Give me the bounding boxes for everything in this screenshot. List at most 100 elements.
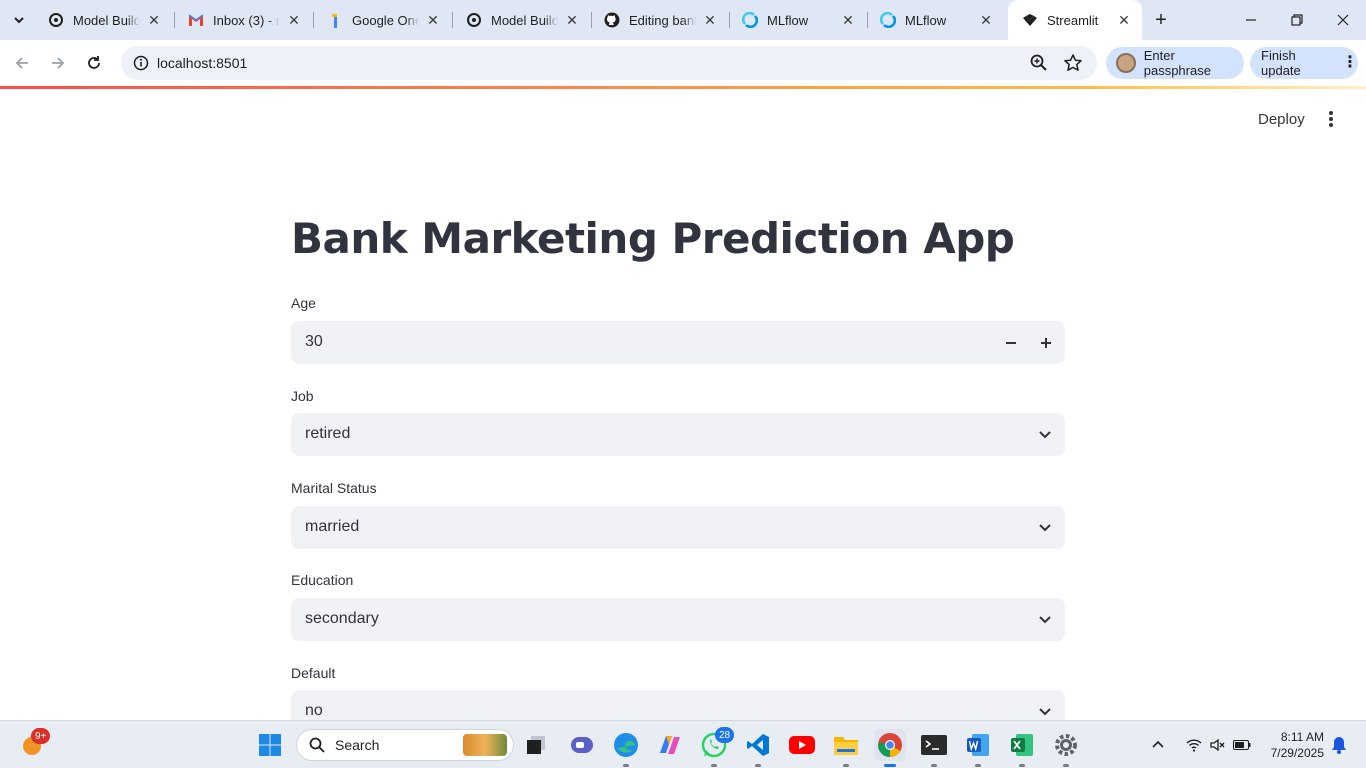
education-value: secondary <box>305 610 379 627</box>
tab-streamlit[interactable]: Streamlit ✕ <box>1008 0 1142 40</box>
site-info-icon[interactable] <box>129 51 153 75</box>
tab-search-button[interactable] <box>6 7 32 33</box>
minus-icon <box>1006 342 1016 344</box>
close-icon[interactable]: ✕ <box>702 12 718 28</box>
tab-google-one[interactable]: Google One ✕ <box>313 6 451 34</box>
openai-icon <box>466 12 482 28</box>
main-menu-button[interactable] <box>1319 107 1343 131</box>
close-icon[interactable]: ✕ <box>286 12 302 28</box>
decrement-button[interactable] <box>1000 332 1022 354</box>
restore-button[interactable] <box>1274 0 1320 40</box>
more-vert-icon <box>1329 111 1333 127</box>
taskbar-search[interactable]: Search <box>296 729 514 761</box>
education-select[interactable]: secondary <box>291 598 1065 641</box>
zoom-icon[interactable] <box>1029 53 1049 73</box>
teams-chat-button[interactable] <box>566 729 598 761</box>
close-icon[interactable]: ✕ <box>425 12 441 28</box>
age-label: Age <box>291 295 316 311</box>
default-value: no <box>305 702 323 719</box>
marital-status-value: married <box>305 518 360 535</box>
bookmark-star-icon[interactable] <box>1063 53 1083 73</box>
reload-button[interactable] <box>80 49 108 77</box>
marital-status-label: Marital Status <box>291 480 377 496</box>
back-button[interactable] <box>8 49 36 77</box>
tab-model-building-2[interactable]: Model Building ✕ <box>452 6 590 34</box>
new-tab-button[interactable]: + <box>1149 8 1173 32</box>
plus-icon <box>1041 338 1051 348</box>
edge-button[interactable] <box>610 729 642 761</box>
tab-github[interactable]: Editing bank ✕ <box>590 6 728 34</box>
chat-icon <box>571 737 593 753</box>
running-indicator <box>623 764 629 767</box>
marital-status-select[interactable]: married <box>291 506 1065 549</box>
running-indicator <box>975 764 981 767</box>
vscode-button[interactable] <box>742 729 774 761</box>
start-button[interactable] <box>254 729 286 761</box>
forward-button[interactable] <box>44 49 72 77</box>
arrow-left-icon <box>15 57 28 69</box>
github-icon <box>604 12 620 28</box>
finish-update-button[interactable]: Finish update ⋮ <box>1250 47 1358 79</box>
edge-icon <box>614 733 638 757</box>
excel-icon <box>1011 734 1033 756</box>
close-window-button[interactable] <box>1320 0 1366 40</box>
tab-title: Model Building <box>491 12 558 28</box>
tab-mlflow-1[interactable]: MLflow ✕ <box>728 6 866 34</box>
arrow-right-icon <box>52 57 65 69</box>
battery-status[interactable] <box>1231 729 1253 761</box>
minimize-button[interactable] <box>1228 0 1274 40</box>
file-explorer-button[interactable] <box>830 729 862 761</box>
profile-passphrase-button[interactable]: Enter passphrase <box>1106 47 1244 79</box>
job-value: retired <box>305 425 351 442</box>
clock[interactable]: 8:11 AM 7/29/2025 <box>1266 729 1324 761</box>
running-indicator <box>755 764 761 767</box>
word-button[interactable] <box>962 729 994 761</box>
chevron-up-icon <box>1152 740 1164 748</box>
deploy-button[interactable]: Deploy <box>1248 107 1315 131</box>
close-icon[interactable]: ✕ <box>146 12 162 28</box>
whatsapp-button[interactable]: 28 <box>698 727 735 761</box>
show-hidden-icons-button[interactable] <box>1146 729 1170 761</box>
passphrase-label: Enter passphrase <box>1143 48 1211 78</box>
increment-button[interactable] <box>1035 332 1057 354</box>
bell-icon <box>1332 737 1346 754</box>
close-icon[interactable]: ✕ <box>978 12 994 28</box>
default-label: Default <box>291 665 336 681</box>
excel-button[interactable] <box>1006 729 1038 761</box>
clock-date: 7/29/2025 <box>1270 746 1324 760</box>
copilot-icon <box>660 736 680 754</box>
wifi-status[interactable] <box>1183 729 1205 761</box>
copilot-button[interactable] <box>654 729 686 761</box>
address-bar[interactable]: localhost:8501 <box>121 46 1097 80</box>
settings-button[interactable] <box>1050 729 1082 761</box>
youtube-button[interactable] <box>786 729 818 761</box>
close-icon[interactable]: ✕ <box>840 12 856 28</box>
task-view-button[interactable] <box>520 729 552 761</box>
tab-model-building-1[interactable]: Model Building ✕ <box>34 6 172 34</box>
chrome-button[interactable] <box>874 729 906 761</box>
tab-mlflow-2[interactable]: MLflow ✕ <box>866 6 1004 34</box>
running-indicator <box>843 764 849 767</box>
terminal-button[interactable] <box>918 729 950 761</box>
task-view-icon <box>527 736 545 754</box>
close-icon[interactable]: ✕ <box>564 12 580 28</box>
taskbar: 9+ Search 28 8:11 AM 7/29/2025 <box>0 720 1366 768</box>
chevron-down-icon <box>14 17 24 24</box>
notification-badge: 28 <box>715 727 735 743</box>
notification-badge: 9+ <box>31 728 51 744</box>
volume-status[interactable] <box>1207 729 1229 761</box>
gear-icon <box>1055 734 1077 756</box>
close-icon <box>1337 14 1349 26</box>
search-icon <box>309 737 325 753</box>
running-indicator <box>931 764 937 767</box>
tab-gmail[interactable]: Inbox (3) - m ✕ <box>174 6 312 34</box>
job-select[interactable]: retired <box>291 413 1065 456</box>
age-number-input[interactable]: 30 <box>291 321 1065 364</box>
chrome-icon <box>878 733 902 757</box>
tab-strip: Model Building ✕ Inbox (3) - m ✕ Google … <box>0 0 1366 40</box>
notification-center-button[interactable] <box>1328 729 1350 761</box>
chevron-down-icon <box>1039 524 1051 532</box>
close-icon[interactable]: ✕ <box>1116 12 1132 28</box>
weather-widget[interactable]: 9+ <box>16 728 51 761</box>
openai-icon <box>48 12 64 28</box>
